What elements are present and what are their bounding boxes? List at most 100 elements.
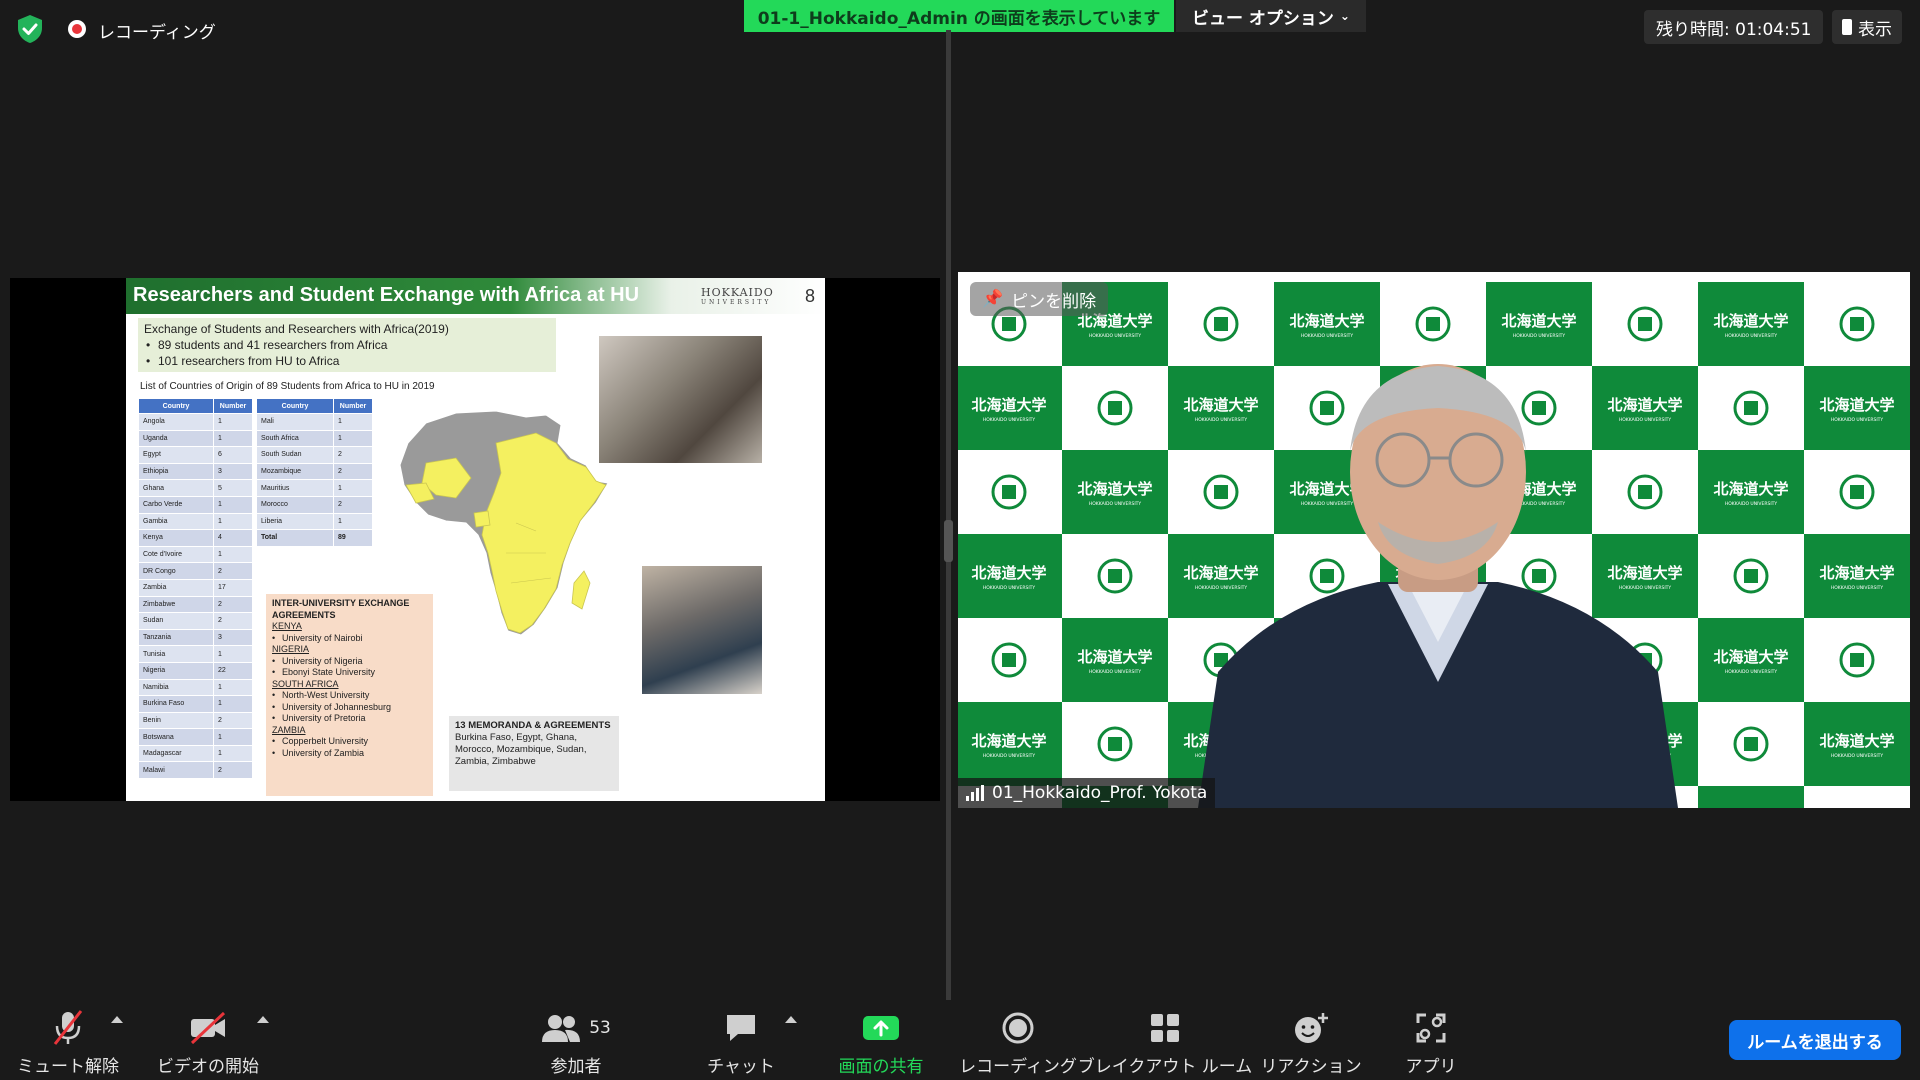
- table-row: Tunisia 1: [138, 645, 253, 663]
- backdrop-logo-subtext: HOKKAIDO UNIVERSITY: [1513, 333, 1566, 339]
- unpin-button[interactable]: 📌 ピンを削除: [970, 282, 1109, 316]
- table-row: Ethiopia 3: [138, 462, 253, 481]
- country-cell: Malawi: [138, 761, 214, 780]
- table-row: Benin 2: [138, 711, 253, 730]
- video-off-icon: [188, 1008, 228, 1048]
- table-row: DR Congo 2: [138, 562, 253, 580]
- apps-button[interactable]: アプリ: [1404, 1008, 1458, 1077]
- number-cell: 1: [213, 429, 253, 448]
- chat-button[interactable]: チャット: [707, 1008, 775, 1077]
- emblem-center-icon: [1744, 401, 1758, 415]
- participant-count: 53: [589, 1018, 611, 1038]
- agreement-university: University of Nairobi: [272, 633, 427, 645]
- backdrop-logo-subtext: HOKKAIDO UNIVERSITY: [1089, 669, 1142, 675]
- backdrop-logo-text: 北海道大学: [1819, 732, 1894, 750]
- number-cell: 3: [213, 462, 253, 481]
- participant-name: 01_Hokkaido_Prof. Yokota: [992, 783, 1208, 803]
- laboratory-photo: [642, 566, 762, 694]
- security-shield-icon[interactable]: [16, 14, 44, 44]
- chat-bubble-icon: [724, 1008, 758, 1048]
- muted-microphone-icon: [51, 1008, 85, 1048]
- backdrop-logo-subtext: HOKKAIDO UNIVERSITY: [1301, 333, 1354, 339]
- country-cell: Burkina Faso: [138, 695, 214, 713]
- breakout-grid-icon: [1149, 1008, 1181, 1048]
- country-cell: Zimbabwe: [138, 595, 214, 614]
- unmute-label: ミュート解除: [17, 1057, 119, 1077]
- number-cell: 5: [213, 479, 253, 497]
- agreement-country: ZAMBIA: [272, 724, 306, 735]
- backdrop-logo-subtext: HOKKAIDO UNIVERSITY: [1831, 417, 1884, 423]
- intro-bullet: 101 researchers from HU to Africa: [144, 353, 550, 369]
- backdrop-logo-text: 北海道大学: [1713, 480, 1788, 498]
- split-divider[interactable]: [946, 30, 951, 1000]
- number-cell: 2: [213, 711, 253, 730]
- view-options-button[interactable]: ビュー オプション ⌄: [1176, 0, 1366, 32]
- memoranda-box: 13 MEMORANDA & AGREEMENTS Burkina Faso, …: [449, 716, 619, 791]
- table-header: Country: [138, 398, 214, 414]
- table-row: Zimbabwe 2: [138, 595, 253, 614]
- emblem-center-icon: [1002, 653, 1016, 667]
- backdrop-logo-text: 北海道大学: [971, 564, 1046, 582]
- unpin-label: ピンを削除: [1011, 291, 1097, 312]
- backdrop-logo-subtext: HOKKAIDO UNIVERSITY: [1831, 753, 1884, 759]
- table-row: Kenya 4: [138, 529, 253, 547]
- number-cell: 3: [213, 628, 253, 647]
- table-row: Burkina Faso 1: [138, 695, 253, 713]
- breakout-rooms-label: ブレイクアウト ルーム: [1077, 1057, 1253, 1077]
- emblem-center-icon: [1108, 737, 1122, 751]
- divider-handle[interactable]: [944, 520, 953, 562]
- table-row: Morocco 2: [256, 495, 373, 514]
- breakout-rooms-button[interactable]: ブレイクアウト ルーム: [1078, 1008, 1252, 1077]
- participants-button[interactable]: 53 参加者: [542, 1008, 611, 1077]
- emblem-center-icon: [1850, 653, 1864, 667]
- table-row: Nigeria 22: [138, 661, 253, 680]
- speaker-video[interactable]: 北海道大学 HOKKAIDO UNIVERSITY 北海道大学 HOKKAIDO UN…: [958, 272, 1910, 808]
- table-row: Carbo Verde 1: [138, 495, 253, 514]
- recording-label: レコーディング: [98, 23, 216, 43]
- country-table-1: Country Number Angola 1 Uganda 1 Egypt 6 Ethio…: [138, 398, 253, 780]
- country-cell: Cote d'Ivoire: [138, 545, 214, 564]
- audio-options-caret-icon[interactable]: [111, 1016, 123, 1023]
- country-cell: Mauritius: [256, 479, 334, 497]
- number-cell: 1: [333, 429, 373, 448]
- show-button[interactable]: 表示: [1832, 10, 1902, 44]
- table-row: South Africa 1: [256, 429, 373, 448]
- backdrop-emblem-tile: [1804, 786, 1910, 808]
- memoranda-heading: 13 MEMORANDA & AGREEMENTS: [455, 720, 611, 731]
- table-row: Botswana 1: [138, 728, 253, 746]
- record-icon: [1001, 1008, 1035, 1048]
- emblem-center-icon: [1744, 569, 1758, 583]
- chat-options-caret-icon[interactable]: [785, 1016, 797, 1023]
- country-cell: Madagascar: [138, 744, 214, 763]
- country-cell: Uganda: [138, 429, 214, 448]
- country-cell: Gambia: [138, 512, 214, 531]
- country-cell: Tanzania: [138, 628, 214, 647]
- hokkaido-university-logo: HOKKAIDO UNIVERSITY: [701, 286, 774, 306]
- emblem-center-icon: [1002, 317, 1016, 331]
- number-cell: 2: [333, 495, 373, 514]
- country-cell: Zambia: [138, 578, 214, 597]
- table-row: Egypt 6: [138, 446, 253, 464]
- backdrop-logo-text: 北海道大学: [1501, 312, 1576, 330]
- share-screen-button[interactable]: 画面の共有: [834, 1008, 928, 1077]
- speaker-figure: [1198, 364, 1678, 808]
- backdrop-logo-text: 北海道大学: [1077, 480, 1152, 498]
- backdrop-logo-text: 北海道大学: [1819, 396, 1894, 414]
- number-cell: 1: [213, 695, 253, 713]
- signal-strength-icon: [966, 785, 984, 801]
- reactions-button[interactable]: リアクション: [1260, 1008, 1362, 1077]
- participant-name-tag: 01_Hokkaido_Prof. Yokota: [958, 778, 1216, 808]
- participants-icon: [542, 1015, 581, 1042]
- start-video-button[interactable]: ビデオの開始: [156, 1008, 260, 1077]
- unmute-button[interactable]: ミュート解除: [17, 1008, 119, 1077]
- country-cell: Nigeria: [138, 661, 214, 680]
- backdrop-logo-subtext: HOKKAIDO UNIVERSITY: [1725, 669, 1778, 675]
- record-button[interactable]: レコーディング: [959, 1008, 1077, 1077]
- slide-title: Researchers and Student Exchange with Af…: [133, 284, 640, 306]
- video-options-caret-icon[interactable]: [257, 1016, 269, 1023]
- backdrop-logo-subtext: HOKKAIDO UNIVERSITY: [983, 417, 1036, 423]
- backdrop-logo-text: 北海道大学: [1077, 648, 1152, 666]
- emblem-center-icon: [1214, 317, 1228, 331]
- emblem-center-icon: [1108, 401, 1122, 415]
- leave-room-button[interactable]: ルームを退出する: [1729, 1020, 1901, 1060]
